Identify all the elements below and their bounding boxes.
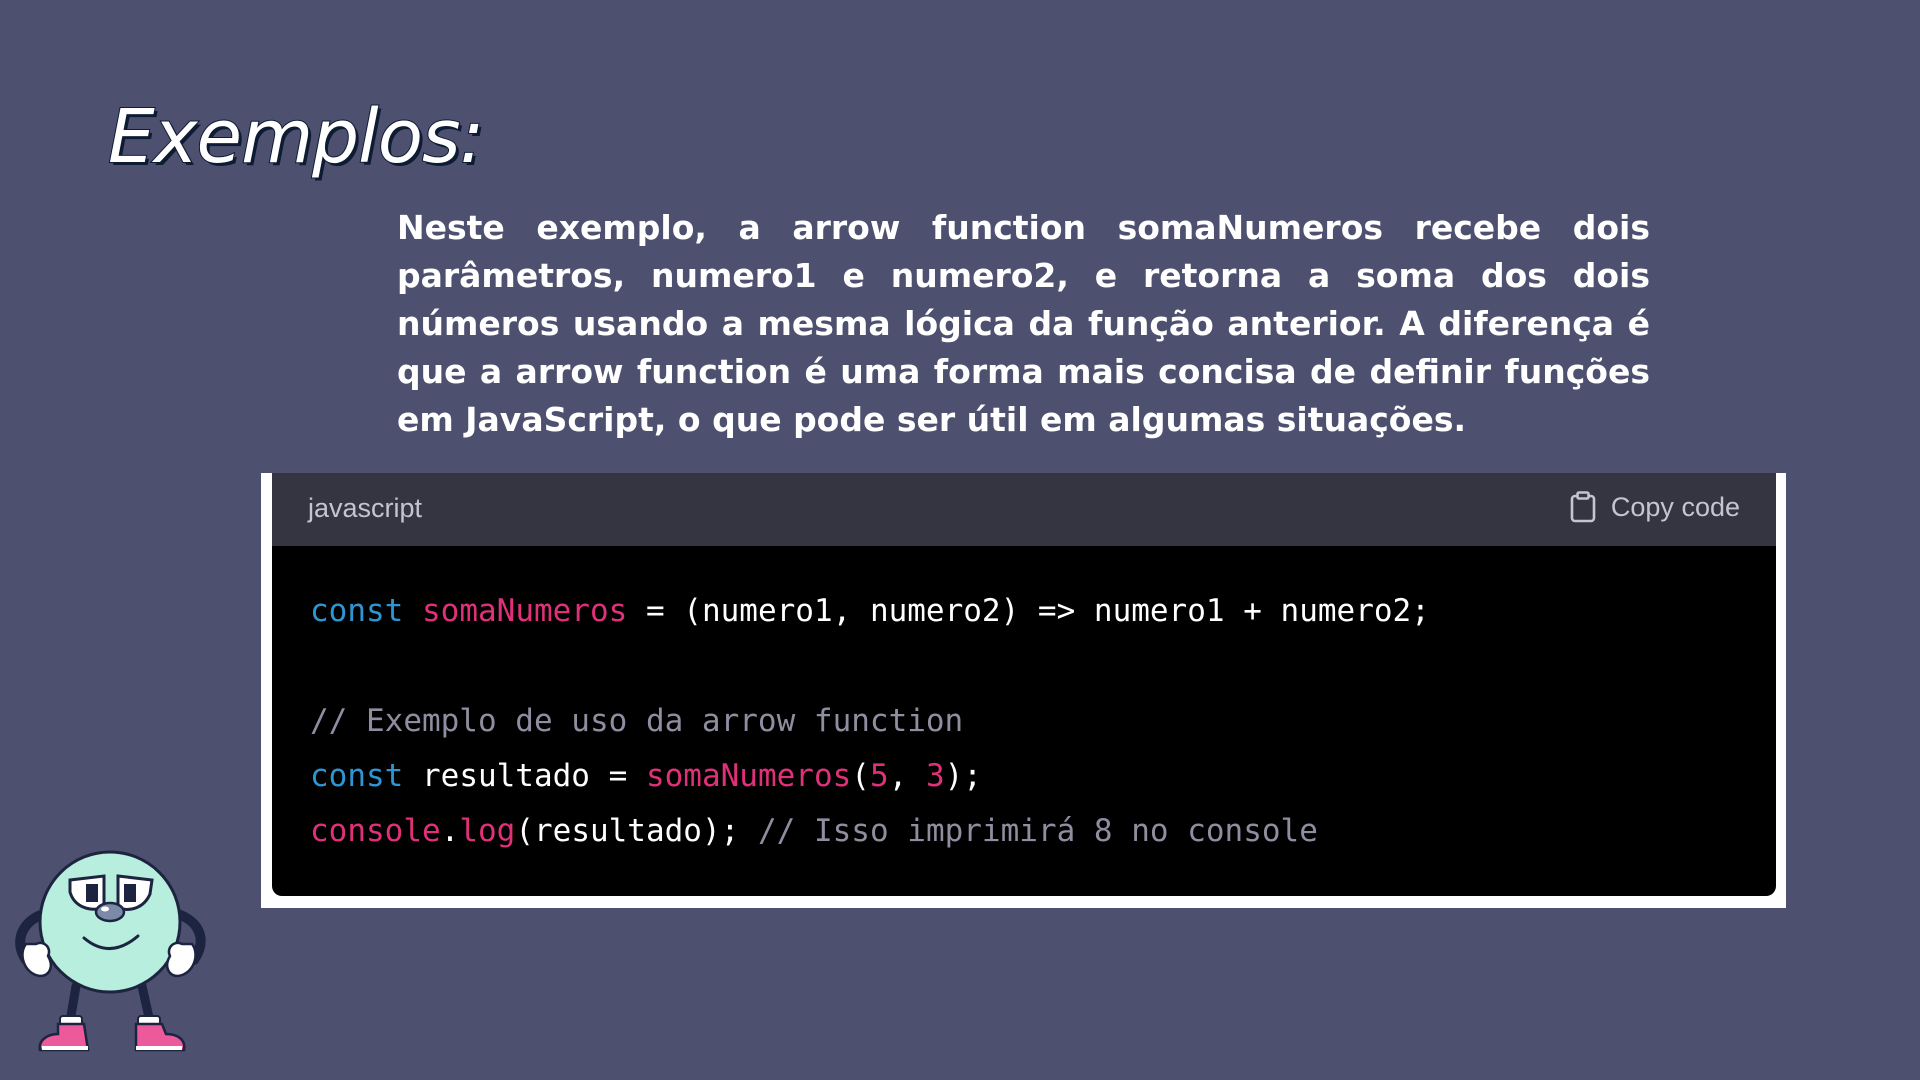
- code-token-kw: const: [310, 593, 404, 629]
- code-header: javascript Copy code: [272, 473, 1776, 546]
- code-token-kw: const: [310, 758, 404, 794]
- slide-title: Exemplos:: [107, 93, 485, 181]
- code-line: const resultado = somaNumeros(5, 3);: [310, 749, 1738, 804]
- slide-description: Neste exemplo, a arrow function somaNume…: [397, 208, 1650, 439]
- code-token-fn: console: [310, 813, 441, 849]
- code-token-fn: log: [459, 813, 516, 849]
- copy-code-button[interactable]: Copy code: [1569, 491, 1740, 523]
- code-token-plain: (resultado);: [515, 813, 758, 849]
- code-frame: javascript Copy code const somaNumeros =…: [261, 473, 1786, 908]
- code-token-plain: (: [851, 758, 870, 794]
- code-line: // Exemplo de uso da arrow function: [310, 694, 1738, 749]
- code-token-cm: // Isso imprimirá 8 no console: [757, 813, 1318, 849]
- code-token-cm: // Exemplo de uso da arrow function: [310, 703, 964, 739]
- clipboard-icon: [1569, 491, 1597, 523]
- mascot-illustration: [4, 836, 214, 1066]
- code-token-plain: );: [944, 758, 982, 794]
- code-token-plain: .: [440, 813, 460, 849]
- code-token-plain: ,: [888, 758, 926, 794]
- code-token-fn: somaNumeros: [422, 593, 628, 629]
- code-token-plain: = (numero1, numero2) => numero1 + numero…: [627, 593, 1430, 629]
- code-block: javascript Copy code const somaNumeros =…: [272, 473, 1776, 896]
- code-token-fn: somaNumeros: [645, 758, 852, 794]
- code-line: const somaNumeros = (numero1, numero2) =…: [310, 584, 1738, 639]
- code-line: console.log(resultado); // Isso imprimir…: [310, 804, 1738, 859]
- code-token-num: 3: [925, 758, 945, 794]
- copy-code-label: Copy code: [1610, 491, 1740, 522]
- code-token-plain: resultado =: [403, 758, 646, 794]
- code-language-label: javascript: [308, 493, 423, 523]
- code-token-num: 5: [869, 758, 889, 794]
- code-body: const somaNumeros = (numero1, numero2) =…: [272, 546, 1776, 859]
